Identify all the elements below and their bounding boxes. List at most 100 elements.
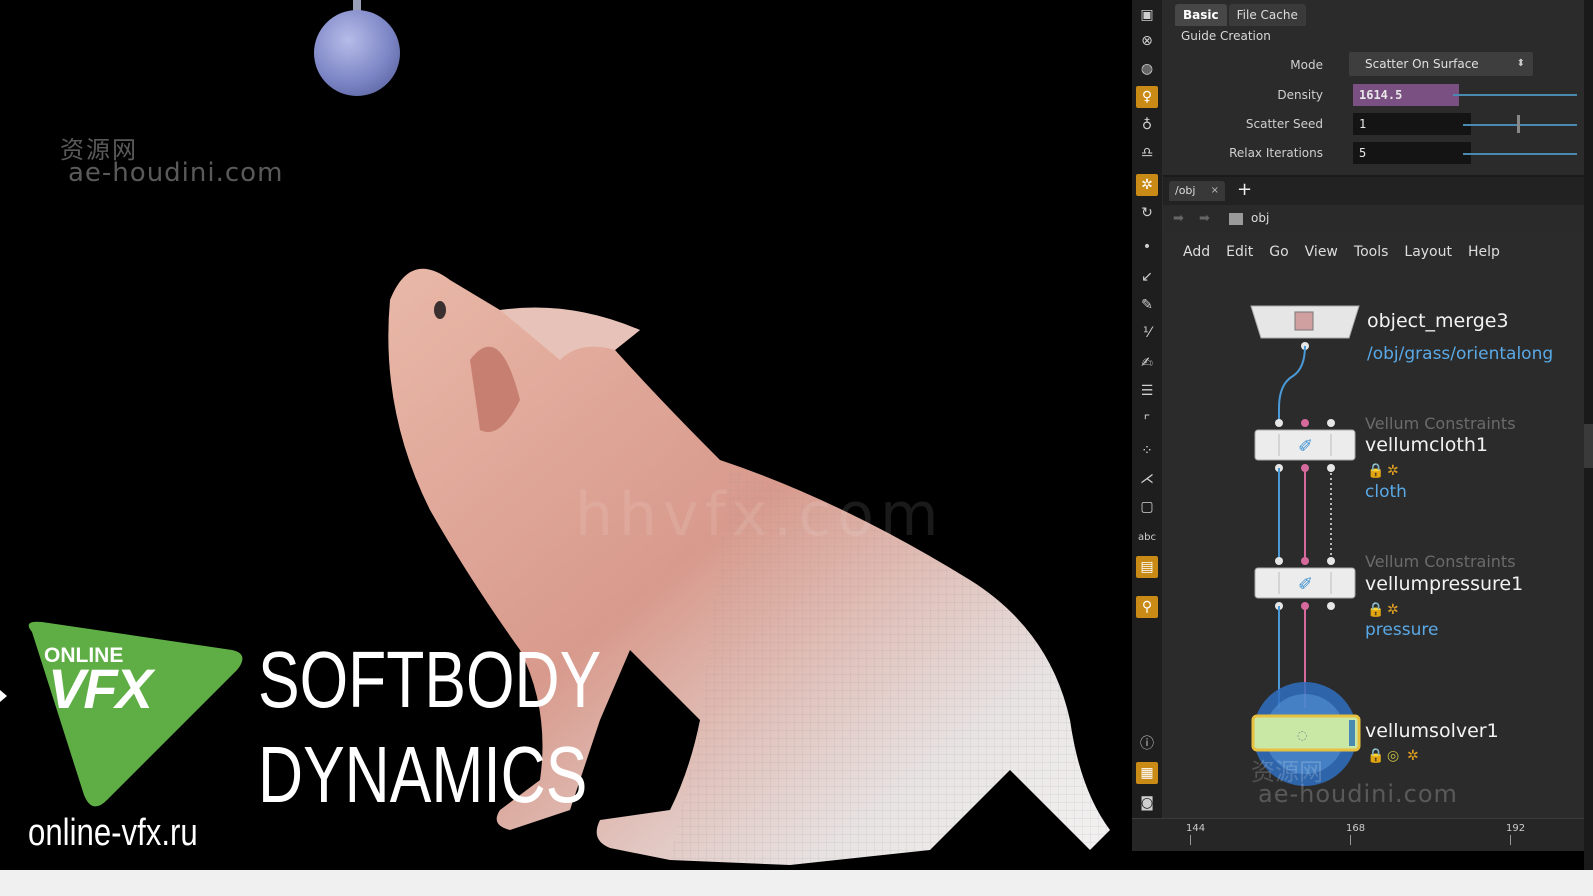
watermark-center: hhvfx.com (575, 480, 945, 550)
image-icon[interactable]: ▤ (1136, 556, 1158, 578)
density-label: Density (1277, 88, 1323, 102)
tab-basic[interactable]: Basic (1175, 4, 1227, 26)
svg-text:◌: ◌ (1297, 728, 1307, 742)
tab-file-cache[interactable]: File Cache (1228, 4, 1306, 26)
scatter-icon[interactable]: ⁘ (1136, 440, 1158, 462)
title-line1: SOFTBODY (258, 635, 602, 724)
node-object-merge3[interactable]: object_merge3 (1367, 310, 1509, 332)
scene-viewport[interactable]: 资源网 ae-houdini.com hhvfx.com ONLINE VFX … (0, 0, 1132, 886)
tab-obj[interactable]: /obj × (1169, 181, 1225, 201)
scatter-seed-slider[interactable] (1463, 124, 1577, 126)
camera-icon[interactable]: ♎ (1136, 142, 1158, 164)
info-icon[interactable]: ⓘ (1136, 732, 1158, 754)
folder-icon (1229, 213, 1243, 225)
handle-icon[interactable]: ✲ (1136, 174, 1158, 196)
mode-label: Mode (1290, 58, 1323, 72)
parameter-tabs: Basic File Cache (1175, 4, 1306, 26)
network-nav-bar: ➡ ➡ obj (1163, 205, 1584, 233)
svg-text:✲: ✲ (1407, 748, 1419, 764)
menu-edit[interactable]: Edit (1226, 244, 1253, 260)
network-path[interactable]: obj (1251, 211, 1269, 225)
menu-help[interactable]: Help (1468, 244, 1500, 260)
close-icon[interactable]: × (1211, 181, 1219, 201)
guide-creation-heading: Guide Creation (1181, 29, 1271, 43)
corner-icon[interactable]: ⌜ (1136, 410, 1158, 432)
node-vellumcloth1[interactable]: vellumcloth1 (1365, 434, 1488, 456)
pen-icon[interactable]: ↙ (1136, 266, 1158, 288)
density-slider[interactable] (1453, 94, 1577, 96)
network-menubar: Add Edit Go View Tools Layout Help (1163, 238, 1584, 266)
bottom-bar (0, 870, 1593, 896)
back-arrow-icon[interactable]: ➡ (1173, 211, 1184, 226)
shelf-toolbar: ▣ ⊗ ◍ ♀ ♁ ♎ ✲ ↻ • ↙ ✎ ⅟ ✍ ☰ ⌜ ⁘ ⋌ ▢ abc … (1132, 0, 1163, 846)
network-editor[interactable]: ✐ ✐ ◌ 🔒 ✲ 🔒 ✲ 🔒 ◎ ✲ object_merge3 /obj/g… (1163, 268, 1584, 814)
rotate-icon[interactable]: ↻ (1136, 202, 1158, 224)
timeline-tick (1510, 835, 1511, 845)
svg-text:🔒: 🔒 (1367, 748, 1384, 764)
frame-label-192: 192 (1506, 823, 1526, 834)
pin-icon[interactable]: ⚲ (1136, 596, 1158, 618)
light-add-icon[interactable]: ♁ (1136, 114, 1158, 136)
collider-sphere (314, 10, 400, 96)
relax-iterations-slider[interactable] (1463, 153, 1577, 155)
text-icon[interactable]: abc (1136, 526, 1158, 548)
title-line2: DYNAMICS (258, 730, 588, 819)
lock-icon[interactable]: ▣ (1136, 4, 1158, 26)
node-vellumsolver1[interactable]: vellumsolver1 (1365, 720, 1499, 742)
measure-icon[interactable]: ⅟ (1136, 322, 1158, 344)
menu-view[interactable]: View (1305, 244, 1338, 260)
logo-vfx-text: VFX (48, 657, 153, 720)
menu-go[interactable]: Go (1269, 244, 1288, 260)
grid-icon[interactable]: ▦ (1136, 762, 1158, 784)
scatter-seed-slider-knob[interactable] (1517, 115, 1520, 133)
menu-tools[interactable]: Tools (1354, 244, 1389, 260)
branch-icon[interactable]: ⋌ (1136, 468, 1158, 490)
node-merge-comment: /obj/grass/orientalong (1367, 344, 1554, 364)
node-pressure-comment: pressure (1365, 620, 1439, 640)
svg-text:◎: ◎ (1387, 748, 1399, 764)
sphere-tool-icon[interactable]: ◍ (1136, 58, 1158, 80)
density-field[interactable]: 1614.5 (1353, 84, 1459, 106)
svg-text:✐: ✐ (1298, 436, 1313, 457)
relax-iterations-field[interactable]: 5 (1353, 142, 1471, 164)
timeline-tick (1190, 835, 1191, 845)
timeline-tick (1350, 835, 1351, 845)
collapse-handle[interactable] (1584, 424, 1593, 468)
relax-iterations-label: Relax Iterations (1229, 146, 1323, 160)
node-cloth-comment: cloth (1365, 482, 1407, 502)
box-icon[interactable]: ▢ (1136, 496, 1158, 518)
svg-text:✐: ✐ (1298, 574, 1313, 595)
comb-icon[interactable]: ☰ (1136, 380, 1158, 402)
menu-layout[interactable]: Layout (1404, 244, 1452, 260)
brush-icon[interactable]: ✎ (1136, 294, 1158, 316)
mouse-cursor-icon (0, 690, 7, 702)
frame-label-144: 144 (1186, 823, 1206, 834)
node-vellumpressure1[interactable]: vellumpressure1 (1365, 573, 1523, 595)
frame-label-168: 168 (1346, 823, 1366, 834)
scatter-seed-label: Scatter Seed (1245, 117, 1323, 131)
node-pressure-type: Vellum Constraints (1365, 552, 1516, 571)
network-tab-bar: /obj × + (1163, 175, 1584, 205)
svg-text:🔒: 🔒 (1367, 602, 1384, 618)
pose-icon[interactable]: ⊗ (1136, 30, 1158, 52)
timeline[interactable]: 144 168 192 (1132, 818, 1584, 851)
updown-arrow-icon: ⬍ (1516, 58, 1525, 69)
mode-value: Scatter On Surface (1365, 57, 1479, 71)
paint-icon[interactable]: ✍ (1136, 352, 1158, 374)
svg-text:✲: ✲ (1387, 463, 1399, 479)
site-url: online-vfx.ru (28, 812, 198, 854)
svg-text:🔒: 🔒 (1367, 463, 1384, 479)
forward-arrow-icon[interactable]: ➡ (1199, 211, 1210, 226)
watermark2-url: ae-houdini.com (1258, 780, 1458, 808)
menu-add[interactable]: Add (1183, 244, 1210, 260)
light-icon[interactable]: ♀ (1136, 86, 1158, 108)
watermark-url: ae-houdini.com (68, 158, 284, 188)
mode-menu[interactable]: Scatter On Surface ⬍ (1349, 52, 1533, 76)
node-cloth-type: Vellum Constraints (1365, 414, 1516, 433)
add-tab-button[interactable]: + (1237, 179, 1252, 200)
point-icon[interactable]: • (1136, 236, 1158, 258)
scatter-seed-field[interactable]: 1 (1353, 113, 1471, 135)
houdini-panel: Basic File Cache Guide Creation Mode Sca… (1163, 0, 1584, 846)
camera-view-icon[interactable]: ◙ (1136, 792, 1158, 814)
tab-obj-label: /obj (1175, 184, 1196, 197)
